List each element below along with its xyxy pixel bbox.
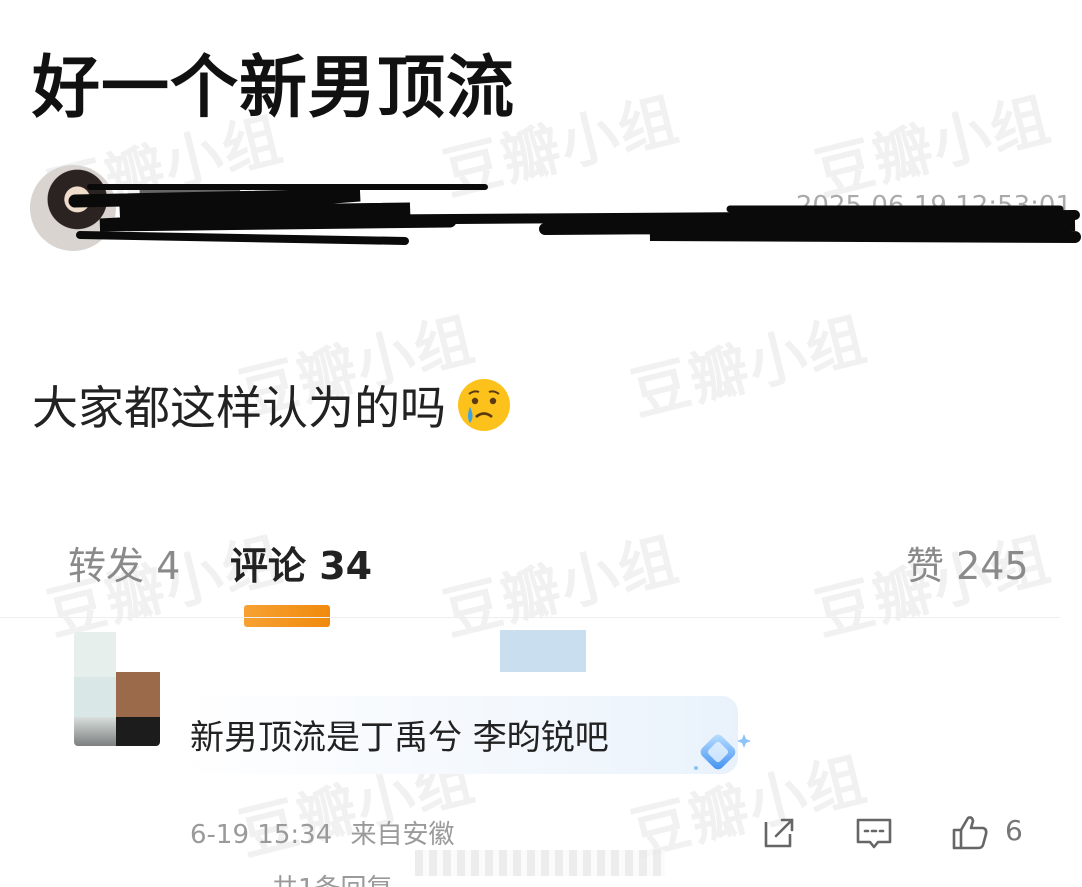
divider [0, 617, 1060, 618]
author-avatar[interactable] [30, 165, 116, 251]
comment-icon[interactable] [854, 812, 894, 852]
thumbs-up-icon[interactable] [950, 812, 990, 852]
post-title: 好一个新男顶流 [32, 49, 516, 128]
tab-reposts[interactable]: 转发 4 [68, 535, 180, 590]
commenter-avatar[interactable] [74, 632, 160, 746]
redaction-mask [415, 850, 665, 876]
view-replies-link[interactable]: 共1条回复 [272, 868, 393, 887]
crying-face-emoji [458, 379, 510, 431]
comment-like-count: 6 [1005, 814, 1023, 847]
share-icon[interactable] [758, 812, 798, 852]
comment-location: 来自安徽 [350, 820, 455, 850]
post-content: 大家都这样认为的吗 [32, 372, 512, 438]
comment-meta: 6-19 15:34 来自安徽 [190, 814, 464, 851]
douban-post-page: 豆瓣小组 豆瓣小组 豆瓣小组 豆瓣小组 豆瓣小组 豆瓣小组 豆瓣小组 豆瓣小组 … [0, 0, 1082, 887]
post-timestamp: 2025-06-19 12:53:01 [795, 191, 1072, 221]
commenter-name-redacted [500, 630, 586, 672]
author-name[interactable]: █████ [140, 191, 240, 221]
active-tab-indicator [244, 605, 330, 627]
post-content-text: 大家都这样认为的吗 [32, 381, 446, 435]
comment-date: 6-19 15:34 [190, 820, 333, 850]
tab-comments[interactable]: 评论 34 [230, 535, 372, 590]
comment-text: 新男顶流是丁禹兮 李昀锐吧 [190, 718, 609, 758]
tab-likes[interactable]: 赞 245 [906, 535, 1029, 590]
tab-bar: 转发 4 评论 34 赞 245 [0, 535, 1082, 595]
diamond-badge-icon [694, 734, 751, 770]
watermark: 豆瓣小组 [624, 304, 874, 429]
author-row: █████ 2025-06-19 12:53:01 [30, 165, 1082, 255]
